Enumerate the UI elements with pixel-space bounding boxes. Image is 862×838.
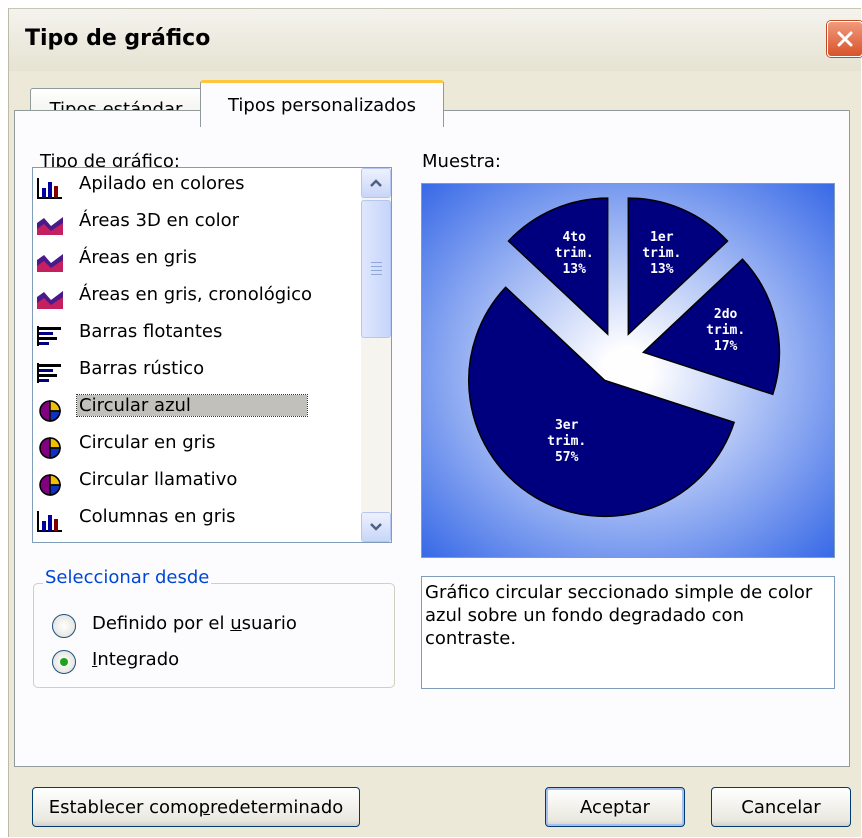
list-item[interactable]: Circular azul	[33, 392, 351, 427]
radio-checked-dot	[60, 658, 68, 666]
pie-chart-icon	[36, 472, 64, 496]
list-item-label: Barras rústico	[79, 358, 205, 379]
list-item-label: Áreas 3D en color	[79, 210, 240, 231]
list-item[interactable]: Circular llamativo	[33, 466, 351, 501]
area-chart-icon	[36, 250, 64, 274]
list-item[interactable]: Barras rústico	[33, 355, 351, 390]
scroll-down-button[interactable]	[361, 512, 391, 542]
list-item-label: Circular en gris	[79, 432, 216, 453]
list-item-label: Columnas en gris	[79, 506, 236, 527]
list-item[interactable]: Áreas en gris, cronológico	[33, 281, 351, 316]
list-item[interactable]: Áreas 3D en color	[33, 207, 351, 242]
list-item-label: Apilado en colores	[79, 173, 245, 194]
sample-label: Muestra:	[422, 151, 501, 172]
list-item[interactable]: Circular en gris	[33, 429, 351, 464]
select-from-group	[33, 583, 395, 688]
ok-button[interactable]: Aceptar	[545, 787, 685, 827]
list-item-label: Áreas en gris, cronológico	[79, 284, 313, 305]
list-item[interactable]: Áreas en gris	[33, 244, 351, 279]
pie-chart-icon	[36, 435, 64, 459]
list-item-label: Barras flotantes	[79, 321, 223, 342]
list-item-label: Circular azul	[76, 394, 308, 417]
list-item[interactable]: Barras flotantes	[33, 318, 351, 353]
radio-built-in-label[interactable]: Integrado	[92, 649, 179, 670]
chart-description: Gráfico circular seccionado simple de co…	[421, 576, 835, 689]
list-item[interactable]: Apilado en colores	[33, 170, 351, 205]
tab-label: Tipos personalizados	[227, 94, 416, 116]
list-item-label: Circular llamativo	[79, 469, 238, 490]
title-bar[interactable]: Tipo de gráfico	[9, 9, 862, 71]
chart-preview: 1er trim. 13% 2do trim. 17% 3er trim. 57% 4to trim…	[421, 183, 835, 558]
close-icon	[837, 31, 853, 47]
set-default-button[interactable]: Establecer como p redeterminado	[32, 787, 360, 827]
pie-chart-icon	[36, 398, 64, 422]
pie-chart: 1er trim. 13%2do trim. 17%3er trim. 57%4to trim…	[468, 197, 781, 518]
dialog-title: Tipo de gráfico	[25, 26, 211, 51]
chevron-down-icon	[370, 523, 382, 531]
radio-user-defined-label[interactable]: Definido por el usuario	[92, 613, 297, 634]
bar-chart-icon	[36, 324, 64, 348]
area-chart-icon	[36, 287, 64, 311]
column-chart-icon	[36, 509, 64, 533]
cancel-button[interactable]: Cancelar	[711, 787, 851, 827]
area-chart-icon	[36, 213, 64, 237]
tab-custom-types[interactable]: Tipos personalizados	[200, 80, 444, 127]
close-button[interactable]	[827, 21, 862, 57]
select-from-title: Seleccionar desde	[43, 567, 212, 588]
radio-user-defined[interactable]	[52, 614, 76, 638]
bar-chart-icon	[36, 361, 64, 385]
column-chart-icon	[36, 176, 64, 200]
list-item[interactable]: Columnas en gris	[33, 503, 351, 538]
radio-built-in[interactable]	[52, 650, 76, 674]
list-item-label: Áreas en gris	[79, 247, 197, 268]
scroll-thumb[interactable]	[361, 200, 391, 338]
chevron-up-icon	[370, 179, 382, 187]
chart-type-list[interactable]: Apilado en colores Áreas 3D en color Áreas…	[32, 167, 392, 543]
list-scrollbar[interactable]	[361, 168, 391, 542]
scroll-up-button[interactable]	[361, 168, 391, 198]
